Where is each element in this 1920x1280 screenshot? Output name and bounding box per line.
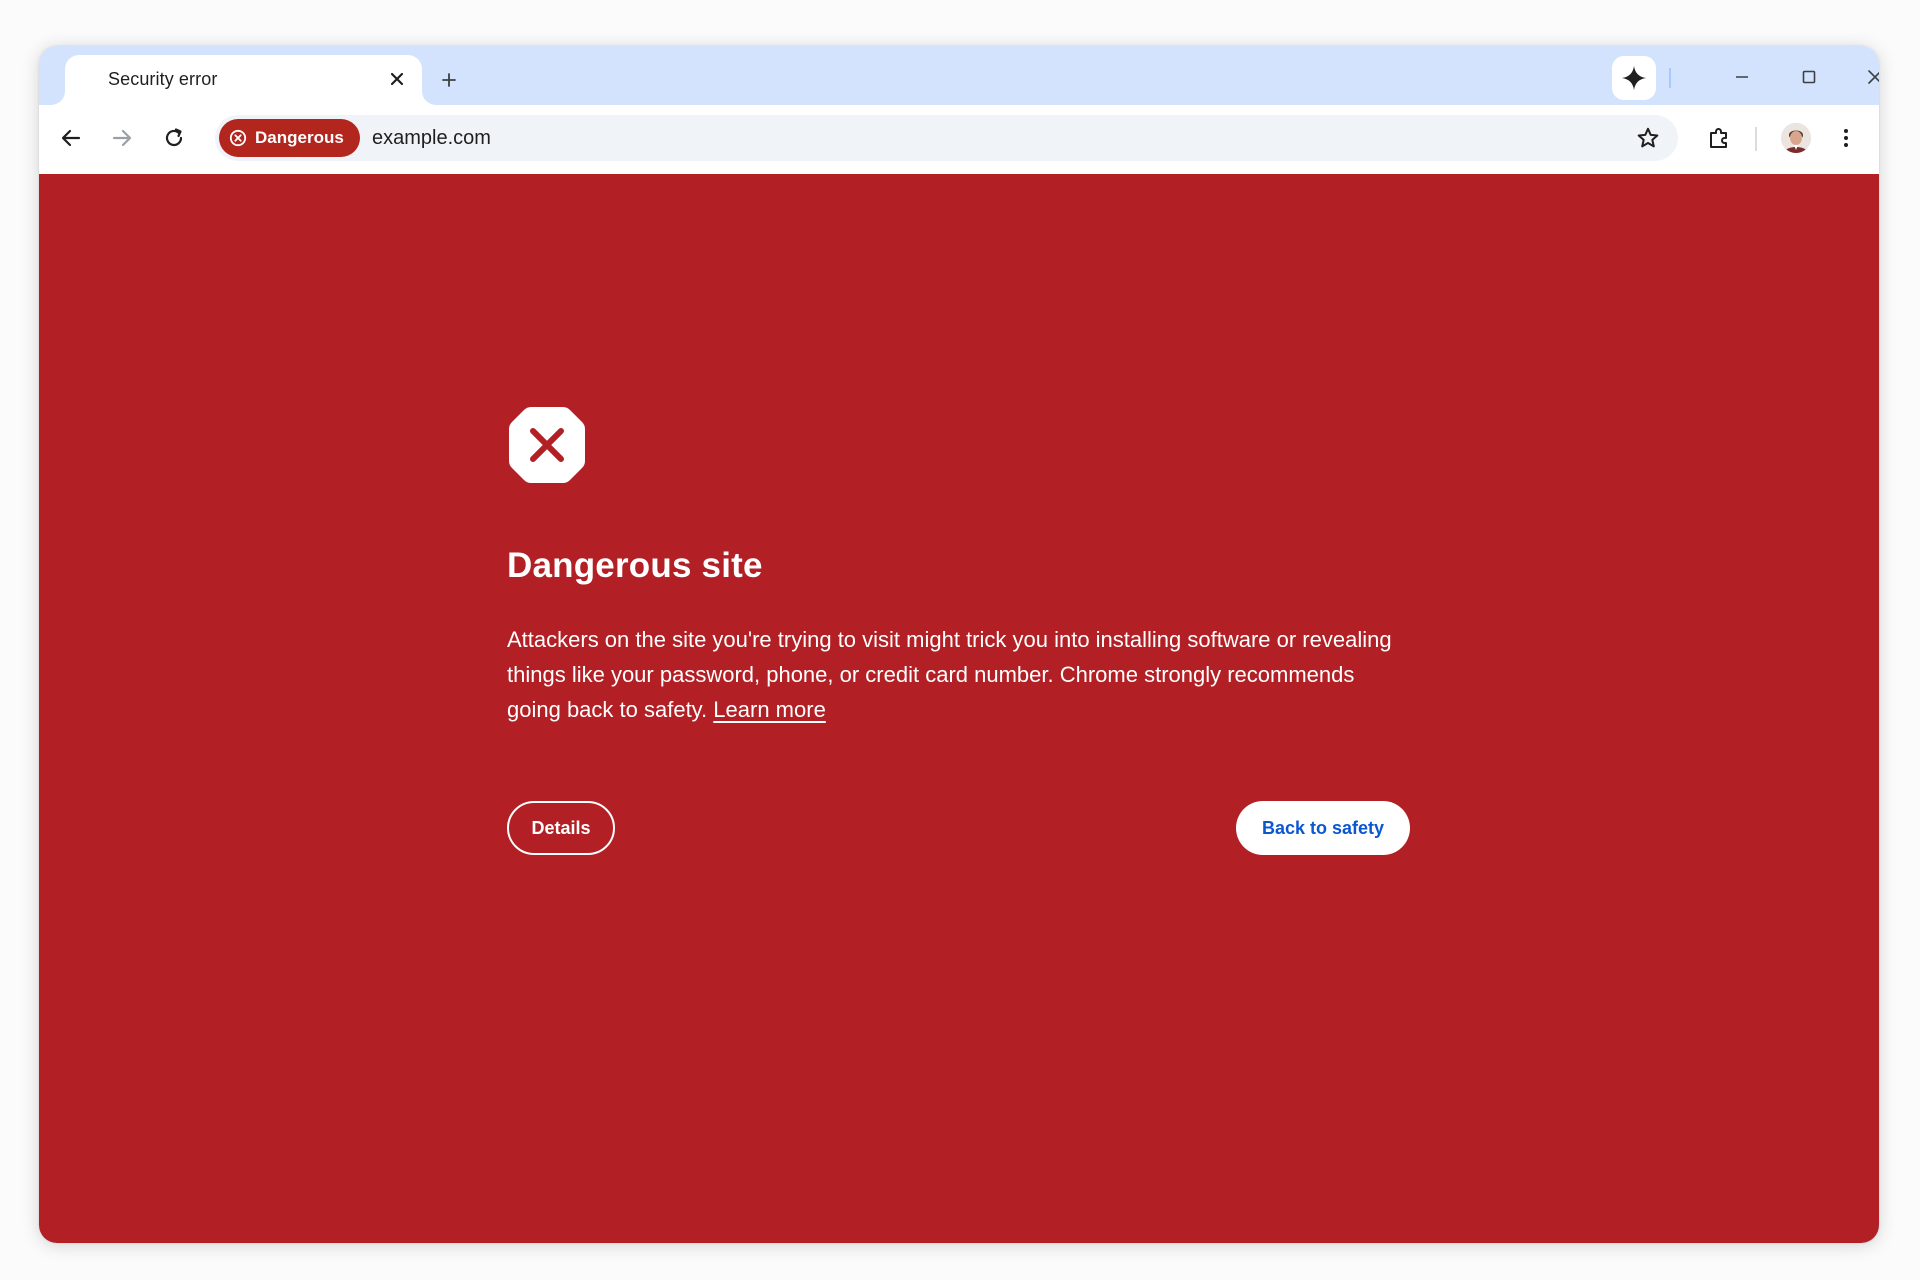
page-title: Dangerous site [507, 546, 763, 585]
toolbar-divider [1755, 127, 1757, 151]
maximize-icon [1802, 70, 1816, 84]
chrome-menu-button[interactable] [1826, 118, 1866, 158]
puzzle-piece-icon [1710, 128, 1727, 148]
plus-icon [442, 73, 456, 87]
dangerous-site-interstitial: Dangerous site Attackers on the site you… [39, 174, 1879, 1243]
details-button[interactable]: Details [507, 801, 615, 855]
more-vertical-icon [1844, 129, 1848, 147]
toolbar: Dangerous example.com [39, 105, 1879, 174]
maximize-button[interactable] [1789, 60, 1829, 94]
learn-more-link[interactable]: Learn more [713, 697, 826, 722]
minimize-icon [1736, 76, 1748, 78]
tab-strip-divider [1669, 68, 1671, 88]
profile-avatar[interactable] [1781, 123, 1811, 153]
new-tab-button[interactable] [432, 63, 466, 97]
reload-icon [165, 128, 183, 147]
bookmark-button[interactable] [1630, 120, 1666, 156]
tab-close-button[interactable] [384, 66, 410, 92]
tab-security-error[interactable]: Security error [65, 55, 422, 105]
star-outline-icon [1637, 127, 1659, 148]
omnibox[interactable]: Dangerous example.com [215, 115, 1678, 161]
arrow-forward-icon [112, 129, 132, 147]
extensions-button[interactable] [1699, 118, 1739, 158]
warning-body-text: Attackers on the site you're trying to v… [507, 627, 1392, 722]
browser-window: Security error Dangerous example.com Dan… [39, 46, 1879, 1243]
back-button[interactable] [51, 118, 91, 158]
tab-strip: Security error [39, 46, 1879, 105]
profile-photo-icon [1781, 123, 1811, 153]
error-circle-icon [229, 129, 247, 147]
minimize-button[interactable] [1722, 60, 1762, 94]
arrow-back-icon [61, 129, 81, 147]
security-chip-label: Dangerous [255, 128, 344, 147]
back-to-safety-button[interactable]: Back to safety [1236, 801, 1410, 855]
stop-sign-x-icon [509, 407, 585, 483]
tab-title: Security error [108, 69, 218, 89]
warning-description: Attackers on the site you're trying to v… [507, 622, 1407, 727]
forward-button[interactable] [102, 118, 142, 158]
security-chip-dangerous[interactable]: Dangerous [219, 119, 360, 157]
close-icon [390, 72, 404, 86]
gemini-button[interactable] [1612, 56, 1656, 100]
close-icon [1868, 70, 1879, 84]
sparkle-icon [1622, 66, 1646, 90]
window-close-button[interactable] [1855, 60, 1879, 94]
reload-button[interactable] [154, 118, 194, 158]
url-text[interactable]: example.com [372, 127, 491, 150]
